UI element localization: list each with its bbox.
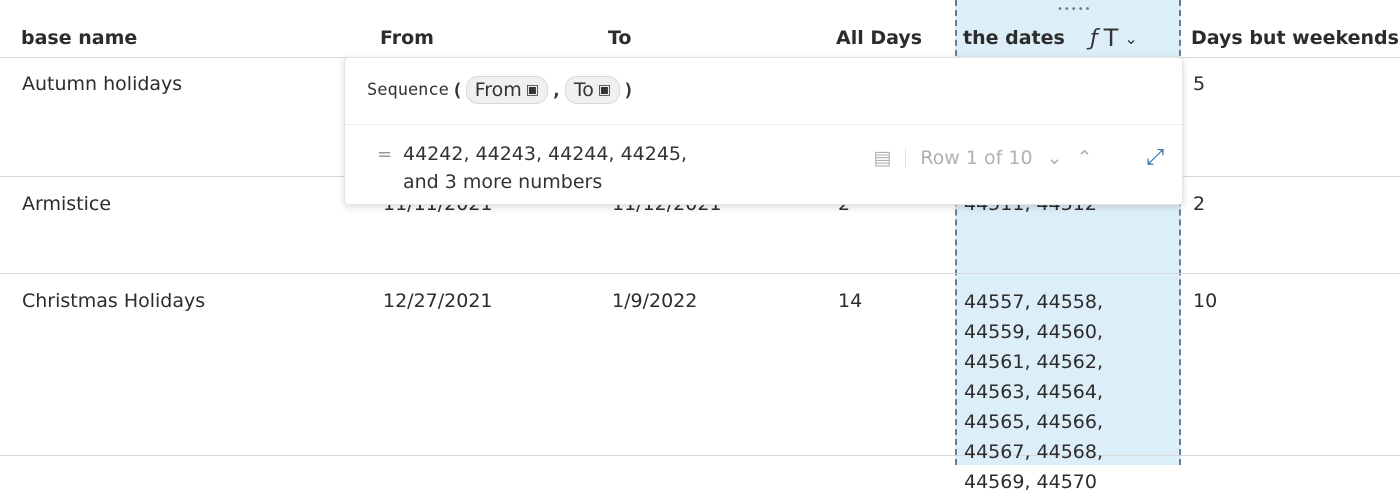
chevron-down-icon[interactable]: ⌄ xyxy=(1047,147,1063,169)
data-table: ••••• base name From To All Days the dat… xyxy=(0,0,1400,493)
cell-base-name[interactable]: Christmas Holidays xyxy=(22,290,205,312)
preview-toolbar: ▤ Row 1 of 10 ⌄ ⌃ ⤢ xyxy=(873,145,1164,170)
row-indicator: Row 1 of 10 xyxy=(920,146,1033,169)
formula-icon[interactable]: ƒ xyxy=(1090,26,1098,51)
result-line: and 3 more numbers xyxy=(403,171,603,193)
column-header-from[interactable]: From xyxy=(380,27,434,49)
open-paren: ( xyxy=(451,79,463,101)
comma: , xyxy=(551,79,562,101)
close-paren: ) xyxy=(623,79,634,101)
cell-from[interactable]: 12/27/2021 xyxy=(383,290,493,312)
chevron-down-icon[interactable]: ⌄ xyxy=(1124,29,1137,48)
column-header-all-days[interactable]: All Days xyxy=(836,27,922,49)
table-header: base name From To All Days the dates Day… xyxy=(0,0,1400,58)
cell-base-name[interactable]: Armistice xyxy=(22,193,111,215)
divider xyxy=(345,124,1182,125)
cell-days-but-weekends[interactable]: 10 xyxy=(1193,290,1217,312)
cell-all-days[interactable]: 14 xyxy=(838,290,862,312)
function-name: Sequence xyxy=(367,80,449,100)
text-type-icon[interactable]: T xyxy=(1104,24,1119,52)
argument-pill-to[interactable]: To ▣ xyxy=(564,76,621,104)
result-line: 44242, 44243, 44244, 44245, xyxy=(403,143,688,165)
cell-the-dates[interactable]: 44557, 44558, 44559, 44560, 44561, 44562… xyxy=(964,287,1169,497)
list-view-icon[interactable]: ▤ xyxy=(873,147,891,169)
column-header-to[interactable]: To xyxy=(608,27,632,49)
expand-icon[interactable]: ⤢ xyxy=(1146,145,1164,170)
divider xyxy=(905,147,907,168)
cell-days-but-weekends[interactable]: 2 xyxy=(1193,193,1205,215)
equals-sign: = xyxy=(377,144,393,165)
argument-label: To xyxy=(573,79,594,101)
argument-pill-from[interactable]: From ▣ xyxy=(465,76,549,104)
cell-base-name[interactable]: Autumn holidays xyxy=(22,73,182,95)
argument-label: From xyxy=(474,79,522,101)
chevron-up-icon[interactable]: ⌃ xyxy=(1076,147,1092,169)
column-header-the-dates[interactable]: the dates xyxy=(963,27,1065,49)
column-header-days-but-weekends[interactable]: Days but weekends xyxy=(1191,27,1399,49)
cell-to[interactable]: 1/9/2022 xyxy=(612,290,697,312)
calendar-icon: ▣ xyxy=(597,82,612,98)
table-row[interactable]: Christmas Holidays 12/27/2021 1/9/2022 1… xyxy=(0,274,1400,493)
formula-result-preview: 44242, 44243, 44244, 44245, and 3 more n… xyxy=(403,140,687,196)
formula-expression[interactable]: Sequence ( From ▣ , To ▣ ) xyxy=(367,76,634,104)
cell-days-but-weekends[interactable]: 5 xyxy=(1193,73,1205,95)
column-header-actions: ƒ T ⌄ xyxy=(1090,24,1138,52)
calendar-icon: ▣ xyxy=(525,82,540,98)
formula-editor-popup[interactable]: Sequence ( From ▣ , To ▣ ) = 44242, 4424… xyxy=(344,57,1183,205)
column-header-base-name[interactable]: base name xyxy=(21,27,137,49)
